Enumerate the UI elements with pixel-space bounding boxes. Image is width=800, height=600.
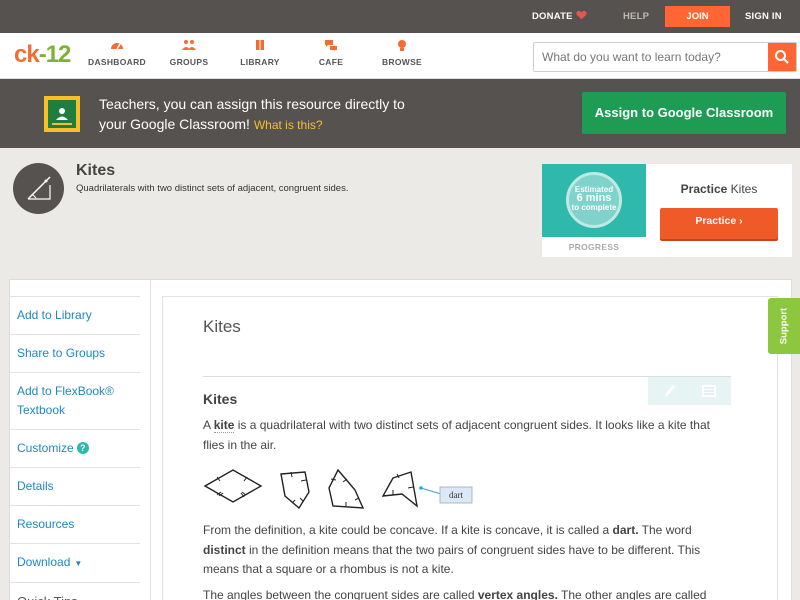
practice-title-bold: Practice (680, 182, 728, 196)
sidebar-item-resources[interactable]: Resources (10, 506, 140, 544)
paragraph-dart: From the definition, a kite could be con… (203, 521, 733, 580)
groups-icon (182, 40, 196, 50)
support-label: Support (778, 307, 790, 345)
customize-label: Customize (17, 441, 74, 455)
sidebar-item-details[interactable]: Details (10, 468, 140, 506)
content-tools (648, 377, 731, 405)
nav-cafe-label: CAFE (318, 57, 344, 67)
top-bar: DONATE HELP JOIN SIGN IN (0, 0, 800, 33)
heart-icon (577, 11, 586, 20)
help-link[interactable]: HELP (623, 0, 649, 33)
kites-figure: dart (203, 460, 483, 512)
p2-text-c: in the definition means that the two pai… (203, 542, 701, 577)
help-icon[interactable]: ? (76, 442, 89, 454)
donate-link[interactable]: DONATE (532, 0, 586, 33)
banner-message: Teachers, you can assign this resource d… (99, 94, 469, 135)
sidebar-item-share-to-groups[interactable]: Share to Groups (10, 335, 140, 373)
nav-dashboard-label: DASHBOARD (88, 57, 146, 67)
nav-library[interactable]: LIBRARY (220, 39, 300, 67)
p2-text-a: From the definition, a kite could be con… (203, 523, 613, 537)
kite-term[interactable]: kite (213, 418, 235, 433)
practice-card: Estimated 6 mins to complete PROGRESS Pr… (542, 164, 792, 257)
donate-label: DONATE (532, 11, 573, 22)
banner-line1: Teachers, you can assign this resource d… (99, 96, 405, 112)
practice-title-rest: Kites (727, 182, 758, 196)
p1-text-b: is a quadrilateral with two distinct set… (203, 418, 710, 452)
classroom-banner: Teachers, you can assign this resource d… (0, 79, 800, 148)
p3-text-b: The other angles are called (557, 588, 707, 600)
library-icon (256, 40, 264, 50)
chevron-right-icon: › (739, 215, 743, 227)
nav-library-label: LIBRARY (240, 57, 280, 67)
dart-label: dart (449, 490, 463, 500)
progress-circle: Estimated 6 mins to complete (566, 172, 622, 228)
google-classroom-icon (44, 96, 80, 132)
sidebar-item-add-to-library[interactable]: Add to Library (10, 296, 140, 335)
main-nav: ck-12 DASHBOARD GROUPS LIBRARY CAFE BROW… (0, 33, 800, 79)
practice-button-label: Practice (695, 215, 737, 227)
nav-browse-label: BROWSE (381, 57, 423, 67)
assign-google-classroom-button[interactable]: Assign to Google Classroom (582, 92, 786, 134)
sidebar-item-download[interactable]: Download ▼ (10, 544, 140, 583)
section-title: Kites (203, 391, 238, 407)
nav-groups-label: GROUPS (169, 57, 209, 67)
progress-label: PROGRESS (568, 242, 620, 252)
p2-text-b: The word (638, 523, 692, 537)
concept-icon (13, 163, 64, 214)
nav-cafe[interactable]: CAFE (291, 39, 371, 67)
logo-12: -12 (38, 41, 72, 68)
dart-term: dart. (612, 523, 639, 537)
nav-groups[interactable]: GROUPS (149, 39, 229, 67)
to-complete-label: to complete (571, 203, 617, 212)
p3-text-a: The angles between the congruent sides a… (203, 588, 478, 600)
vertex-angles-term: vertex angles. (477, 588, 558, 600)
sidebar: Add to Library Share to Groups Add to Fl… (10, 296, 140, 600)
main-content: Add to Library Share to Groups Add to Fl… (9, 279, 792, 600)
browse-icon (398, 40, 406, 51)
lesson-title: Kites (203, 317, 241, 336)
distinct-term: distinct (203, 542, 246, 557)
cafe-icon (325, 40, 337, 51)
lesson-content: Kites Kites A kite is a quadrilateral wi… (162, 296, 778, 600)
notes-icon[interactable] (701, 384, 717, 398)
search-box (533, 42, 797, 72)
sign-in-link[interactable]: SIGN IN (745, 0, 782, 33)
p1-text-a: A (203, 418, 214, 432)
concept-title: Kites (76, 162, 116, 179)
banner-line2: your Google Classroom! (99, 116, 250, 132)
download-label: Download (17, 555, 71, 569)
practice-button[interactable]: Practice › (660, 208, 778, 239)
concept-subtitle: Quadrilaterals with two distinct sets of… (76, 183, 349, 194)
logo-ck: ck (14, 41, 40, 68)
dashboard-icon (111, 43, 123, 50)
paragraph-definition: A kite is a quadrilateral with two disti… (203, 416, 733, 455)
paragraph-vertex-angles: The angles between the congruent sides a… (203, 586, 733, 600)
support-tab[interactable]: Support (768, 298, 800, 354)
search-button[interactable] (768, 43, 796, 71)
sidebar-item-customize[interactable]: Customize? (10, 430, 140, 468)
search-icon (775, 50, 789, 64)
sidebar-divider (150, 280, 151, 600)
search-input[interactable] (534, 43, 768, 71)
practice-progress-image: Estimated 6 mins to complete (542, 164, 646, 237)
sidebar-item-add-to-flexbook[interactable]: Add to FlexBook® Textbook (10, 373, 140, 430)
practice-title: Practice Kites (660, 182, 778, 196)
caret-down-icon: ▼ (74, 559, 83, 568)
nav-dashboard[interactable]: DASHBOARD (77, 39, 157, 67)
nav-browse[interactable]: BROWSE (362, 39, 442, 67)
quick-tips-heading: Quick Tips (10, 583, 140, 600)
join-button[interactable]: JOIN (665, 6, 730, 27)
what-is-this-link[interactable]: What is this? (254, 118, 323, 132)
ck12-logo[interactable]: ck-12 (14, 41, 72, 69)
pencil-icon[interactable] (662, 383, 676, 399)
